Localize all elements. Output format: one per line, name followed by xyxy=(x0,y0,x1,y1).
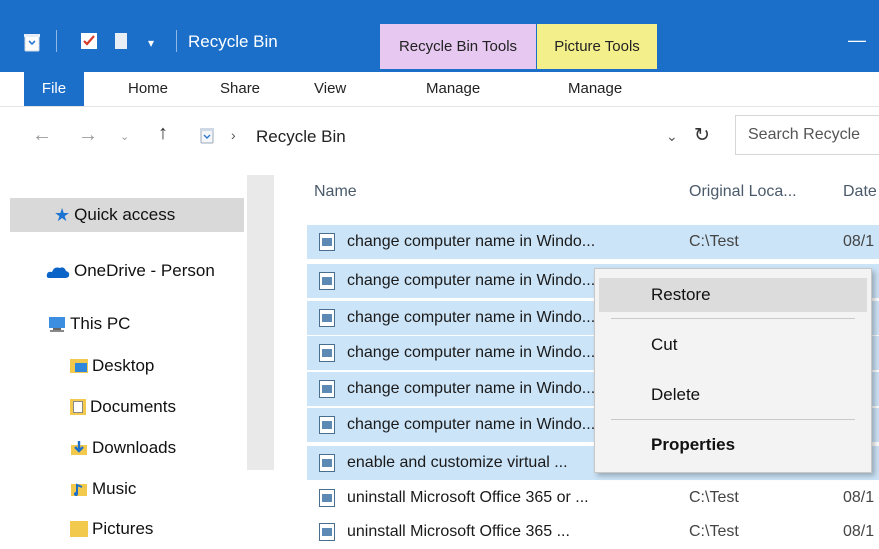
star-icon: ★ xyxy=(54,204,71,225)
properties-quick-icon[interactable] xyxy=(80,32,98,50)
table-row[interactable]: uninstall Microsoft Office 365 or ... C:… xyxy=(307,481,879,515)
downloads-folder-icon xyxy=(70,440,88,456)
sidebar-item-pictures[interactable]: Pictures xyxy=(10,512,244,546)
sidebar-item-this-pc[interactable]: This PC xyxy=(10,307,244,341)
address-path[interactable]: Recycle Bin xyxy=(256,127,346,147)
cut-menu-item[interactable]: Cut xyxy=(599,328,867,362)
music-folder-icon xyxy=(70,481,88,497)
sidebar-item-label: This PC xyxy=(70,314,131,333)
picture-file-icon xyxy=(319,309,335,327)
picture-file-icon xyxy=(319,416,335,434)
tab-recycle-bin-tools[interactable]: Recycle Bin Tools xyxy=(380,24,536,69)
address-recycle-bin-icon xyxy=(198,126,216,144)
column-header-date[interactable]: Date xyxy=(843,183,877,201)
tab-picture-tools[interactable]: Picture Tools xyxy=(537,24,657,69)
desktop-folder-icon xyxy=(70,359,88,373)
column-header-name[interactable]: Name xyxy=(314,183,357,201)
file-location: C:\Test xyxy=(689,523,739,540)
file-date: 08/1 xyxy=(843,523,875,540)
back-arrow-icon[interactable]: ← xyxy=(32,124,52,147)
menu-separator xyxy=(611,419,855,420)
delete-menu-item[interactable]: Delete xyxy=(599,378,867,412)
cloud-icon xyxy=(46,264,70,278)
window-title: Recycle Bin xyxy=(188,32,278,51)
sidebar-item-label: Pictures xyxy=(92,519,154,538)
documents-folder-icon xyxy=(70,399,86,415)
picture-file-icon xyxy=(319,272,335,290)
file-location: C:\Test xyxy=(689,489,739,506)
picture-file-icon xyxy=(319,344,335,362)
tab-view[interactable]: View xyxy=(314,72,346,106)
properties-menu-item[interactable]: Properties xyxy=(599,428,867,462)
sidebar-item-label: Downloads xyxy=(92,438,177,457)
sidebar-item-label: Quick access xyxy=(74,205,176,224)
refresh-icon[interactable]: ↻ xyxy=(694,124,710,147)
file-name: uninstall Microsoft Office 365 ... xyxy=(347,523,570,540)
picture-file-icon xyxy=(319,523,335,541)
up-arrow-icon[interactable]: ↑ xyxy=(158,122,168,145)
picture-file-icon xyxy=(319,380,335,398)
sidebar-item-quick-access[interactable]: ★ Quick access xyxy=(10,198,244,232)
sidebar-item-documents[interactable]: Documents xyxy=(10,390,244,424)
sidebar-item-downloads[interactable]: Downloads xyxy=(10,431,244,465)
restore-menu-item[interactable]: Restore xyxy=(599,278,867,312)
address-dropdown-chevron-icon[interactable]: ⌄ xyxy=(666,128,678,145)
file-date: 08/1 xyxy=(843,233,875,250)
forward-arrow-icon[interactable]: → xyxy=(78,124,98,147)
tab-manage-picture[interactable]: Manage xyxy=(568,72,622,106)
file-name: change computer name in Windo... xyxy=(347,233,596,250)
picture-file-icon xyxy=(319,489,335,507)
context-menu: Restore Cut Delete Properties xyxy=(594,268,872,473)
column-header-original-location[interactable]: Original Loca... xyxy=(689,183,797,201)
titlebar-divider-2 xyxy=(176,30,177,52)
sidebar-item-label: Desktop xyxy=(92,356,155,375)
sidebar-item-label: OneDrive - Person xyxy=(74,261,215,280)
file-location: C:\Test xyxy=(689,233,739,250)
recent-locations-chevron-icon[interactable]: ⌄ xyxy=(120,130,129,143)
tab-home[interactable]: Home xyxy=(128,72,168,106)
customize-toolbar-chevron-icon[interactable]: ▾ xyxy=(148,36,154,50)
file-name: uninstall Microsoft Office 365 or ... xyxy=(347,489,589,506)
tab-share[interactable]: Share xyxy=(220,72,260,106)
sidebar-item-music[interactable]: Music xyxy=(10,472,244,506)
tab-manage-recycle[interactable]: Manage xyxy=(426,72,480,106)
menu-separator xyxy=(611,318,855,319)
table-row[interactable]: uninstall Microsoft Office 365 ... C:\Te… xyxy=(307,515,879,549)
file-date: 08/1 xyxy=(843,489,875,506)
pictures-folder-icon xyxy=(70,521,88,537)
new-folder-quick-icon[interactable] xyxy=(114,32,128,50)
sidebar-item-desktop[interactable]: Desktop xyxy=(10,349,244,383)
breadcrumb-separator-icon[interactable]: › xyxy=(231,127,236,143)
tab-file[interactable]: File xyxy=(24,72,84,106)
picture-file-icon xyxy=(319,233,335,251)
recycle-bin-icon xyxy=(20,30,44,54)
minimize-button[interactable]: — xyxy=(848,30,866,51)
sidebar-item-label: Music xyxy=(92,479,137,498)
computer-icon xyxy=(46,316,68,332)
sidebar-item-label: Documents xyxy=(90,397,176,416)
nav-scrollbar-thumb[interactable] xyxy=(247,175,274,470)
search-input[interactable]: Search Recycle xyxy=(735,115,879,155)
table-row[interactable]: change computer name in Windo... C:\Test… xyxy=(307,225,879,259)
picture-file-icon xyxy=(319,454,335,472)
titlebar-divider xyxy=(56,30,57,52)
sidebar-item-onedrive[interactable]: OneDrive - Person xyxy=(10,254,246,288)
